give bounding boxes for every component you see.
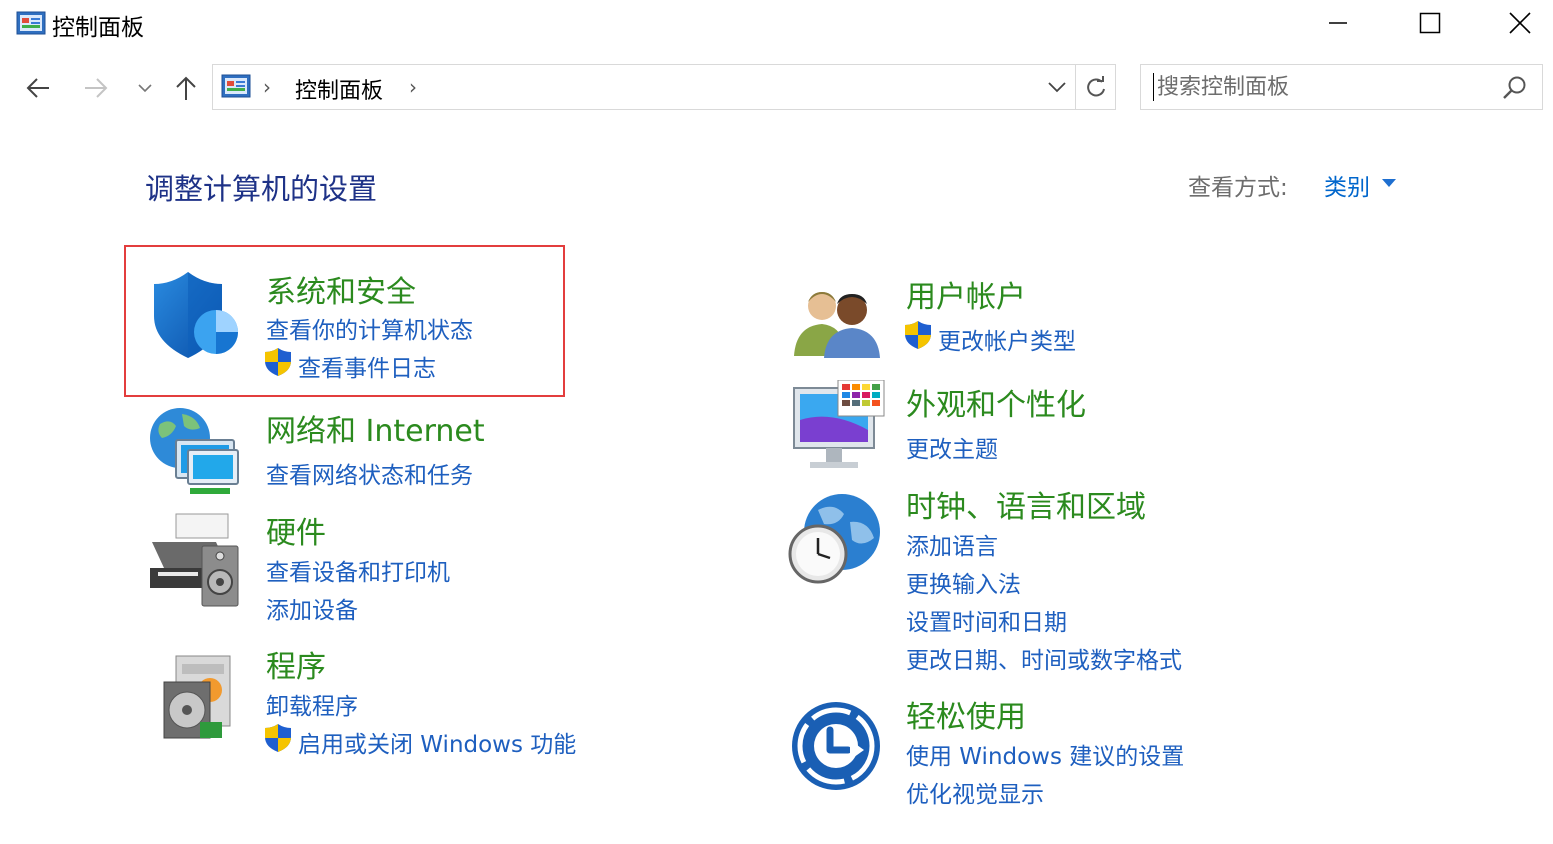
- appearance-monitor-icon[interactable]: [792, 380, 886, 472]
- text-cursor: [1153, 73, 1154, 101]
- breadcrumb-separator[interactable]: ›: [263, 75, 271, 99]
- maximize-icon: [1419, 12, 1441, 34]
- category-title-clock-region[interactable]: 时钟、语言和区域: [906, 482, 1146, 526]
- maximize-button[interactable]: [1384, 0, 1476, 46]
- title-bar: 控制面板: [0, 0, 1553, 48]
- category-title-network[interactable]: 网络和 Internet: [266, 406, 485, 450]
- search-input[interactable]: [1157, 71, 1487, 103]
- view-by-label: 查看方式:: [1188, 175, 1288, 201]
- printer-speaker-icon[interactable]: [146, 512, 244, 610]
- minimize-button[interactable]: [1292, 0, 1384, 46]
- category-title-programs[interactable]: 程序: [266, 642, 326, 686]
- category-title-hardware[interactable]: 硬件: [266, 508, 326, 552]
- link-change-formats[interactable]: 更改日期、时间或数字格式: [906, 641, 1182, 675]
- search-icon[interactable]: [1501, 75, 1529, 101]
- address-dropdown-button[interactable]: [1039, 65, 1075, 109]
- link-optimize-visual-display[interactable]: 优化视觉显示: [906, 775, 1044, 809]
- breadcrumb-control-panel[interactable]: 控制面板: [295, 73, 383, 105]
- close-button[interactable]: [1474, 0, 1553, 46]
- uac-shield-icon: [905, 321, 931, 349]
- caret-down-icon[interactable]: [1382, 179, 1396, 187]
- link-view-event-log[interactable]: 查看事件日志: [298, 349, 436, 383]
- view-by-dropdown[interactable]: 类别: [1324, 168, 1370, 202]
- uac-shield-icon: [265, 348, 291, 376]
- category-title-user-accounts[interactable]: 用户帐户: [906, 272, 1026, 316]
- control-panel-icon: [16, 11, 46, 35]
- link-add-language[interactable]: 添加语言: [906, 527, 998, 561]
- minimize-icon: [1329, 22, 1347, 24]
- refresh-button[interactable]: [1077, 65, 1115, 109]
- ease-of-access-icon[interactable]: [790, 700, 882, 792]
- recent-locations-button[interactable]: [128, 68, 162, 108]
- network-globe-icon[interactable]: [146, 404, 242, 496]
- address-bar[interactable]: › 控制面板 ›: [212, 64, 1116, 110]
- category-title-ease-of-access[interactable]: 轻松使用: [906, 692, 1026, 736]
- security-shield-icon[interactable]: [150, 270, 242, 360]
- up-button[interactable]: [166, 68, 206, 108]
- globe-clock-icon[interactable]: [788, 492, 884, 584]
- page-title: 调整计算机的设置: [145, 172, 378, 206]
- close-icon: [1509, 12, 1531, 34]
- forward-button[interactable]: [76, 68, 116, 108]
- control-panel-icon: [221, 74, 251, 98]
- address-divider: [1075, 65, 1076, 109]
- link-add-device[interactable]: 添加设备: [266, 591, 358, 625]
- category-title-appearance[interactable]: 外观和个性化: [906, 380, 1086, 424]
- link-change-input-method[interactable]: 更换输入法: [906, 565, 1021, 599]
- chevron-down-icon: [1048, 82, 1066, 93]
- link-view-computer-status[interactable]: 查看你的计算机状态: [266, 311, 473, 345]
- arrow-left-icon: [26, 78, 49, 98]
- chevron-down-icon: [138, 84, 152, 93]
- window-title: 控制面板: [52, 15, 144, 41]
- search-box[interactable]: [1140, 64, 1543, 110]
- arrow-up-icon: [176, 76, 196, 100]
- user-accounts-icon[interactable]: [792, 284, 884, 360]
- arrow-right-icon: [85, 78, 108, 98]
- link-view-devices-printers[interactable]: 查看设备和打印机: [266, 553, 450, 587]
- link-uninstall-program[interactable]: 卸载程序: [266, 687, 358, 721]
- breadcrumb-separator[interactable]: ›: [409, 75, 417, 99]
- link-windows-features[interactable]: 启用或关闭 Windows 功能: [298, 725, 576, 759]
- back-button[interactable]: [18, 68, 58, 108]
- link-change-theme[interactable]: 更改主题: [906, 430, 998, 464]
- link-view-network-status[interactable]: 查看网络状态和任务: [266, 456, 473, 490]
- link-set-time-date[interactable]: 设置时间和日期: [906, 603, 1067, 637]
- uac-shield-icon: [265, 724, 291, 752]
- link-change-account-type[interactable]: 更改帐户类型: [938, 322, 1076, 356]
- refresh-icon: [1087, 76, 1105, 97]
- category-title-system-security[interactable]: 系统和安全: [266, 267, 416, 311]
- programs-disc-icon[interactable]: [160, 652, 236, 742]
- link-windows-recommended-settings[interactable]: 使用 Windows 建议的设置: [906, 737, 1184, 771]
